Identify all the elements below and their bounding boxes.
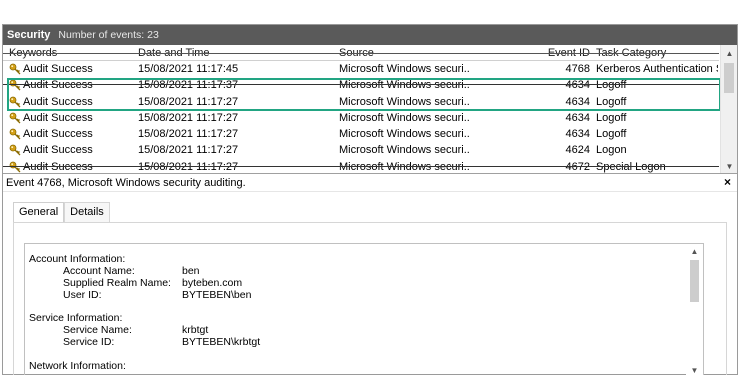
- table-row[interactable]: Audit Success 15/08/2021 11:17:27 Micros…: [3, 94, 719, 110]
- events-scrollbar[interactable]: ▲ ▼: [720, 45, 737, 173]
- events-count: Number of events: 23: [58, 29, 159, 41]
- scrollbar-thumb[interactable]: [690, 260, 699, 302]
- user-id-value: BYTEBEN\ben: [182, 289, 252, 301]
- close-icon[interactable]: ×: [724, 175, 731, 189]
- cell-event-id: 4634: [565, 95, 590, 108]
- detail-tabs: General Details: [13, 202, 110, 223]
- table-row[interactable]: Audit Success 15/08/2021 11:17:27 Micros…: [3, 110, 719, 126]
- cell-keywords: Audit Success: [23, 95, 93, 108]
- header-strike-line: [3, 53, 719, 54]
- cell-task-category: Logon: [596, 144, 627, 157]
- cell-datetime: 15/08/2021 11:17:27: [138, 128, 239, 141]
- realm-value: byteben.com: [182, 277, 243, 289]
- key-icon: [9, 63, 21, 75]
- cell-keywords: Audit Success: [23, 128, 93, 141]
- cell-source: Microsoft Windows securi...: [339, 160, 469, 173]
- key-icon: [9, 112, 21, 124]
- scrollbar-thumb[interactable]: [724, 63, 734, 93]
- general-tab-panel: Account Information: Account Name: ben S…: [13, 222, 727, 375]
- detail-panel: General Details Account Information: Acc…: [3, 192, 737, 375]
- key-icon: [9, 128, 21, 140]
- detail-title: Event 4768, Microsoft Windows security a…: [6, 176, 246, 189]
- cell-task-category: Logoff: [596, 79, 627, 92]
- key-icon: [9, 96, 21, 108]
- cell-datetime: 15/08/2021 11:17:27: [138, 95, 239, 108]
- cell-task-category: Special Logon: [596, 160, 666, 173]
- account-name-label: Account Name:: [63, 265, 135, 277]
- chevron-down-icon[interactable]: ▼: [686, 363, 703, 375]
- network-info-heading: Network Information:: [29, 360, 126, 372]
- key-icon: [9, 145, 21, 156]
- chevron-down-icon[interactable]: ▼: [721, 158, 737, 173]
- description-scrollbar[interactable]: ▲ ▼: [686, 244, 703, 375]
- log-header-bar: Security Number of events: 23: [3, 25, 737, 45]
- cell-source: Microsoft Windows securi...: [339, 95, 469, 108]
- tab-details[interactable]: Details: [64, 202, 110, 222]
- cell-datetime: 15/08/2021 11:17:27: [138, 144, 239, 157]
- cell-source: Microsoft Windows securi...: [339, 111, 469, 124]
- cell-task-category: Logoff: [596, 111, 627, 124]
- cell-task-category: Logoff: [596, 128, 627, 141]
- cell-source: Microsoft Windows securi...: [339, 79, 469, 92]
- cell-source: Microsoft Windows securi...: [339, 63, 469, 75]
- event-description-box[interactable]: Account Information: Account Name: ben S…: [24, 243, 704, 375]
- realm-label: Supplied Realm Name:: [63, 277, 171, 289]
- cell-keywords: Audit Success: [23, 63, 93, 75]
- cell-datetime: 15/08/2021 11:17:45: [138, 63, 239, 75]
- cell-task-category: Logoff: [596, 95, 627, 108]
- table-row[interactable]: Audit Success 15/08/2021 11:17:37 Micros…: [3, 77, 719, 93]
- column-header-row: Keywords Date and Time Source Event ID T…: [3, 45, 719, 61]
- cell-source: Microsoft Windows securi...: [339, 144, 469, 157]
- key-icon: [9, 79, 21, 91]
- cell-source: Microsoft Windows securi...: [339, 128, 469, 141]
- log-title: Security: [7, 29, 51, 41]
- cell-keywords: Audit Success: [23, 144, 93, 157]
- chevron-up-icon[interactable]: ▲: [686, 244, 703, 258]
- key-icon: [9, 161, 21, 173]
- cell-datetime: 15/08/2021 11:17:37: [138, 79, 239, 92]
- cell-keywords: Audit Success: [23, 160, 93, 173]
- cell-datetime: 15/08/2021 11:17:27: [138, 111, 239, 124]
- table-row[interactable]: Audit Success 15/08/2021 11:17:45 Micros…: [3, 61, 719, 77]
- cell-keywords: Audit Success: [23, 111, 93, 124]
- account-info-heading: Account Information:: [29, 253, 126, 265]
- cell-keywords: Audit Success: [23, 79, 93, 92]
- detail-title-bar: Event 4768, Microsoft Windows security a…: [3, 174, 737, 192]
- cell-task-category: Kerberos Authentication S...: [596, 63, 718, 75]
- events-list: Keywords Date and Time Source Event ID T…: [3, 45, 737, 174]
- event-rows: Audit Success 15/08/2021 11:17:45 Micros…: [3, 61, 719, 173]
- account-name-value: ben: [182, 265, 200, 277]
- cell-datetime: 15/08/2021 11:17:27: [138, 160, 239, 173]
- service-name-value: krbtgt: [182, 324, 209, 336]
- service-id-value: BYTEBEN\krbtgt: [182, 336, 261, 348]
- tab-general[interactable]: General: [13, 202, 65, 223]
- service-id-label: Service ID:: [63, 336, 115, 348]
- chevron-up-icon[interactable]: ▲: [721, 45, 737, 61]
- user-id-label: User ID:: [63, 289, 102, 301]
- table-row[interactable]: Audit Success 15/08/2021 11:17:27 Micros…: [3, 159, 719, 173]
- cell-event-id: 4634: [565, 111, 590, 124]
- service-name-label: Service Name:: [63, 324, 132, 336]
- cell-event-id: 4624: [565, 144, 590, 157]
- table-row[interactable]: Audit Success 15/08/2021 11:17:27 Micros…: [3, 126, 719, 142]
- event-viewer-window: Security Number of events: 23 Keywords D…: [2, 24, 738, 375]
- cell-event-id: 4634: [565, 79, 590, 92]
- cell-event-id: 4634: [565, 128, 590, 141]
- service-info-heading: Service Information:: [29, 312, 123, 324]
- table-row[interactable]: Audit Success 15/08/2021 11:17:27 Micros…: [3, 142, 719, 158]
- cell-event-id: 4768: [565, 63, 590, 75]
- cell-event-id: 4672: [565, 160, 590, 173]
